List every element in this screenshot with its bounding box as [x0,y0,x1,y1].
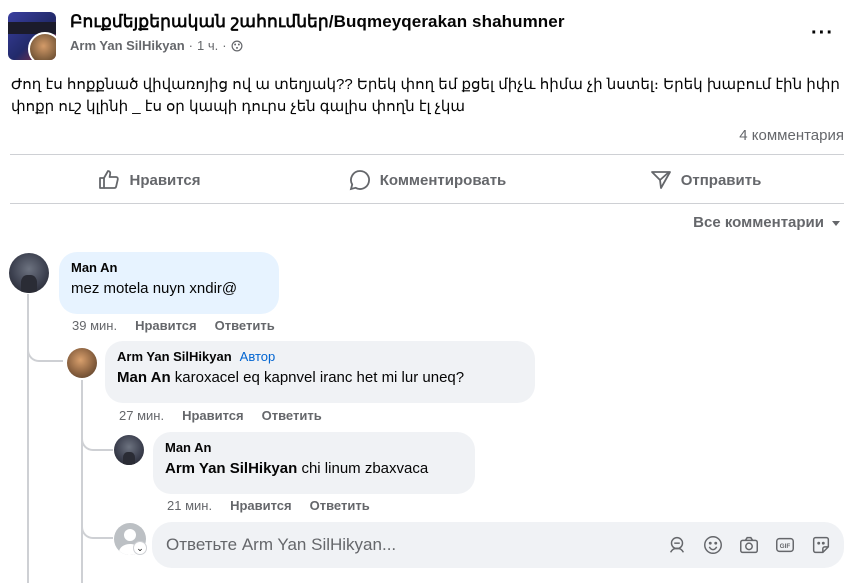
comment-text-line: Arm Yan SilHikyan chi linum zbaxvaca [165,459,463,479]
meta-separator-2: · [222,38,227,53]
share-button[interactable]: Отправить [566,160,844,200]
thread-line-reply [81,380,83,583]
comment-actions: 21 мин. Нравится Ответить [167,498,370,513]
comment-time[interactable]: 27 мин. [119,408,164,423]
camera-icon[interactable] [738,534,760,556]
comment-bubble: Arm Yan SilHikyan Автор Man An karoxacel … [105,341,535,403]
like-button[interactable]: Нравится [10,160,288,200]
more-options-icon[interactable]: ··· [811,22,834,45]
comment-button[interactable]: Комментировать [288,160,566,200]
comment-actions: 39 мин. Нравится Ответить [72,318,275,333]
svg-text:GIF: GIF [780,543,791,550]
comment-author[interactable]: Man An [165,440,463,455]
mention-link[interactable]: Man An [117,369,171,386]
post-action-bar: Нравится Комментировать Отправить [10,160,844,200]
sticker-icon[interactable] [810,534,832,556]
post-author[interactable]: Arm Yan SilHikyan [70,38,185,53]
audience-icon [231,40,243,51]
comment-time[interactable]: 39 мин. [72,318,117,333]
comment-sort-dropdown[interactable]: Все комментарии [693,214,842,231]
like-label: Нравится [129,171,201,189]
post-text: Ժող էս հոքքնած վիվառոյից ով ա տեղյակ?? Ե… [11,76,840,115]
send-icon [650,171,671,189]
comment-text: mez motela nuyn xndir@ [71,280,238,297]
author-avatar-small[interactable] [28,32,56,60]
comment-like-button[interactable]: Нравится [182,408,244,423]
divider-top [10,154,844,155]
comment-reply-button[interactable]: Ответить [215,318,275,333]
comment-bubble: Man An Arm Yan SilHikyan chi linum zbaxv… [153,432,475,494]
comment-text-line: Man An karoxacel eq kapnvel iranc het mi… [117,368,523,388]
comment-bubble-icon [349,170,370,191]
post-time[interactable]: 1 ч. [197,38,218,53]
comment-reply-button[interactable]: Ответить [310,498,370,513]
group-avatar[interactable] [8,12,56,60]
avatar[interactable] [114,435,144,465]
comment-text: chi linum zbaxvaca [301,460,429,477]
comment-count[interactable]: 4 комментария [739,127,844,144]
comment-like-button[interactable]: Нравится [135,318,197,333]
comment-author[interactable]: Man An [71,260,267,275]
thread-curve-2 [81,425,113,451]
gif-icon[interactable]: GIF [774,534,796,556]
comment-like-button[interactable]: Нравится [230,498,292,513]
avatar-sticker-icon[interactable] [666,534,688,556]
mention-link[interactable]: Arm Yan SilHikyan [165,460,297,477]
post-meta: Arm Yan SilHikyan · 1 ч. · [70,38,243,53]
comment-reply-button[interactable]: Ответить [262,408,322,423]
chevron-down-icon[interactable]: ⌄ [133,541,147,555]
comment-text: karoxacel eq kapnvel iranc het mi lur un… [174,369,465,386]
comment-label: Комментировать [379,171,507,189]
thumbs-up-icon [99,170,120,189]
reply-input[interactable]: Ответьте Arm Yan SilHikyan... GIF [152,522,844,568]
comment-actions: 27 мин. Нравится Ответить [119,408,322,423]
thread-curve-3 [81,515,113,539]
avatar[interactable] [67,348,97,378]
comment-bubble: Man An mez motela nuyn xndir@ [59,252,279,314]
sort-label: Все комментарии [693,214,824,231]
reply-placeholder: Ответьте Arm Yan SilHikyan... [166,535,397,554]
comment-time[interactable]: 21 мин. [167,498,212,513]
author-badge: Автор [239,349,276,364]
caret-down-icon [832,220,840,226]
divider-bottom [10,203,844,204]
emoji-icon[interactable] [702,534,724,556]
avatar[interactable] [9,253,49,293]
comment-author-line: Arm Yan SilHikyan Автор [117,349,523,364]
thread-curve-1 [27,330,63,362]
meta-separator: · [188,38,193,53]
comment-author[interactable]: Arm Yan SilHikyan [117,349,232,364]
composer-icons: GIF [666,534,844,556]
share-label: Отправить [680,171,762,189]
group-name[interactable]: Բուքմեյքերական շահումներ/Buqmeyqerakan s… [70,12,565,32]
